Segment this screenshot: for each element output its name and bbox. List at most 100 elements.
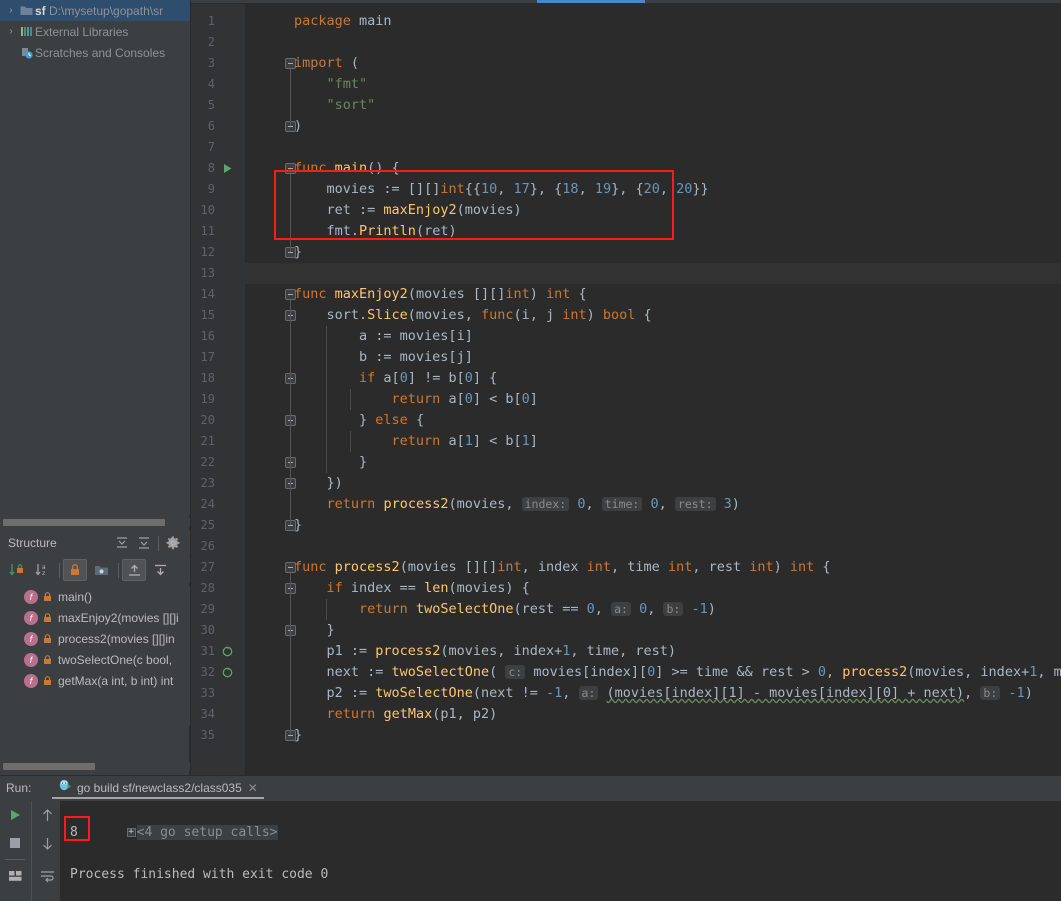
code-line[interactable]: ret := maxEnjoy2(movies) xyxy=(245,200,522,221)
caret-line-highlight xyxy=(245,263,1061,284)
structure-horizontal-scrollbar[interactable] xyxy=(0,762,190,771)
code-line[interactable]: } xyxy=(245,620,335,641)
expand-all-icon[interactable] xyxy=(122,559,146,581)
tree-item-external-libraries[interactable]: › External Libraries xyxy=(0,21,190,42)
code-line[interactable]: } xyxy=(245,452,367,473)
down-arrow-icon[interactable] xyxy=(32,829,62,857)
code-line[interactable]: } xyxy=(245,725,302,746)
code-line[interactable]: a := movies[i] xyxy=(245,326,473,347)
indent-guide xyxy=(326,599,327,620)
toolbar-divider xyxy=(59,562,60,578)
code-line[interactable]: p2 := twoSelectOne(next != -1, a: (movie… xyxy=(245,683,1033,704)
code-line[interactable]: return a[1] < b[1] xyxy=(245,431,538,452)
code-line[interactable]: }) xyxy=(245,473,343,494)
function-icon: f xyxy=(24,610,38,625)
run-arrow-icon[interactable] xyxy=(219,158,235,179)
code-text-area[interactable]: package main import ( "fmt" "sort") func m… xyxy=(245,4,1061,780)
code-line[interactable]: return process2(movies, index: 0, time: … xyxy=(245,494,740,515)
code-line[interactable]: p1 := process2(movies, index+1, time, re… xyxy=(245,641,677,662)
code-line[interactable]: return getMax(p1, p2) xyxy=(245,704,498,725)
recursion-icon[interactable] xyxy=(219,641,235,662)
project-tree[interactable]: › sf D:\mysetup\gopath\sr › External Lib… xyxy=(0,0,190,515)
active-tab-indicator xyxy=(537,0,645,3)
collapse-all-icon[interactable] xyxy=(148,559,172,581)
tree-item-scratches[interactable]: › Scratches and Consoles xyxy=(0,42,190,63)
up-arrow-icon[interactable] xyxy=(32,801,62,829)
code-line[interactable]: func maxEnjoy2(movies [][]int) int { xyxy=(245,284,587,305)
code-line[interactable]: ) xyxy=(245,116,302,137)
line-number: 17 xyxy=(200,350,215,364)
stop-icon[interactable] xyxy=(0,829,30,857)
structure-item-main[interactable]: f main() xyxy=(0,586,190,607)
code-line[interactable] xyxy=(245,137,294,158)
expand-fold-icon[interactable]: + xyxy=(126,828,136,837)
line-number: 28 xyxy=(200,581,215,595)
editor-body[interactable]: 1 2 3 4 5 6 7 8 9 10 11 12 13 14 15 16 17 18 19 20 21 22 23 24 2… xyxy=(191,4,1061,780)
structure-toolbar: a z xyxy=(0,557,190,583)
code-line[interactable]: b := movies[j] xyxy=(245,347,473,368)
code-line[interactable]: } xyxy=(245,515,302,536)
code-line[interactable] xyxy=(245,32,294,53)
settings-gear-icon[interactable] xyxy=(162,532,184,554)
line-number: 31 xyxy=(200,644,215,658)
layout-icon[interactable] xyxy=(0,862,30,890)
code-line[interactable]: } xyxy=(245,242,302,263)
run-tab-indicator xyxy=(52,797,264,799)
run-console-output[interactable]: + <4 go setup calls> 8 Process finished w… xyxy=(60,801,1061,901)
tree-item-sf[interactable]: › sf D:\mysetup\gopath\sr xyxy=(0,0,190,21)
folder-icon xyxy=(18,5,35,16)
code-line[interactable]: "fmt" xyxy=(245,74,368,95)
code-line[interactable]: if a[0] != b[0] { xyxy=(245,368,497,389)
function-icon: f xyxy=(24,631,38,646)
code-line[interactable]: fmt.Println(ret) xyxy=(245,221,457,242)
line-number: 24 xyxy=(200,497,215,511)
code-line[interactable]: return a[0] < b[0] xyxy=(245,389,538,410)
chevron-right-icon[interactable]: › xyxy=(4,5,18,16)
code-line[interactable]: import ( xyxy=(245,53,359,74)
code-line[interactable]: package main xyxy=(245,11,392,32)
structure-item-maxenjoy2[interactable]: f maxEnjoy2(movies [][]i xyxy=(0,607,190,628)
expand-all-icon[interactable] xyxy=(111,532,133,554)
code-line[interactable]: func process2(movies [][]int, index int,… xyxy=(245,557,831,578)
run-actions-toolbar xyxy=(0,801,30,901)
structure-item-process2[interactable]: f process2(movies [][]in xyxy=(0,628,190,649)
code-line[interactable]: movies := [][]int{{10, 17}, {18, 19}, {2… xyxy=(245,179,709,200)
sort-alphabetically-icon[interactable]: a z xyxy=(30,559,54,581)
code-line[interactable] xyxy=(245,263,294,284)
soft-wrap-icon[interactable] xyxy=(32,862,62,890)
lock-icon xyxy=(41,633,54,644)
chevron-right-icon[interactable]: › xyxy=(4,26,18,37)
console-folded-label: <4 go setup calls> xyxy=(136,825,278,840)
indent-guide xyxy=(350,431,351,452)
code-line[interactable]: return twoSelectOne(rest == 0, a: 0, b: … xyxy=(245,599,716,620)
code-line[interactable]: sort.Slice(movies, func(i, j int) bool { xyxy=(245,305,652,326)
collapse-all-icon[interactable] xyxy=(133,532,155,554)
structure-item-twoselectone[interactable]: f twoSelectOne(c bool, xyxy=(0,649,190,670)
project-tree-horizontal-scrollbar[interactable] xyxy=(0,518,190,527)
scrollbar-thumb[interactable] xyxy=(3,519,165,526)
scrollbar-thumb[interactable] xyxy=(3,763,95,770)
structure-list[interactable]: f main() f maxEnjoy2(movies [][]i f proc… xyxy=(0,586,190,726)
code-line[interactable]: } else { xyxy=(245,410,424,431)
group-icon[interactable] xyxy=(89,559,113,581)
line-number: 21 xyxy=(200,434,215,448)
structure-item-label: getMax(a int, b int) int xyxy=(58,673,174,688)
structure-item-getmax[interactable]: f getMax(a int, b int) int xyxy=(0,670,190,691)
chevron-placeholder-icon: › xyxy=(4,47,18,58)
run-tab[interactable]: go build sf/newclass2/class035 ✕ xyxy=(52,776,264,799)
lock-icon xyxy=(41,675,54,686)
show-non-public-icon[interactable] xyxy=(63,559,87,581)
rerun-icon[interactable] xyxy=(0,801,30,829)
editor-gutter[interactable]: 1 2 3 4 5 6 7 8 9 10 11 12 13 14 15 16 17 18 19 20 21 22 23 24 2… xyxy=(191,4,245,780)
code-line[interactable]: "sort" xyxy=(245,95,376,116)
code-editor[interactable]: 1 2 3 4 5 6 7 8 9 10 11 12 13 14 15 16 17 18 19 20 21 22 23 24 2… xyxy=(191,0,1061,780)
sort-by-visibility-icon[interactable] xyxy=(4,559,28,581)
close-icon[interactable]: ✕ xyxy=(248,781,258,795)
code-line[interactable]: if index == len(movies) { xyxy=(245,578,530,599)
code-line[interactable]: func main() { xyxy=(245,158,400,179)
code-line[interactable]: next := twoSelectOne( c: movies[index][0… xyxy=(245,662,1061,683)
console-folded-line[interactable]: + <4 go setup calls> xyxy=(60,801,1061,840)
tree-item-path: Scratches and Consoles xyxy=(35,45,166,60)
recursion-icon[interactable] xyxy=(219,662,235,683)
code-line[interactable] xyxy=(245,536,294,557)
